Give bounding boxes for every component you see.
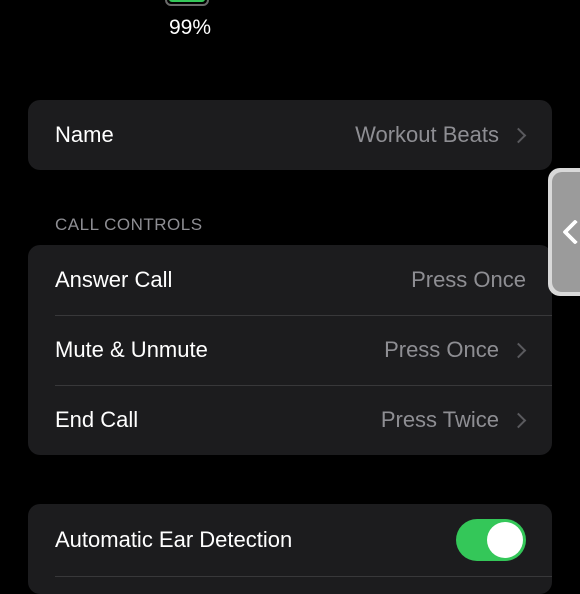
- mute-unmute-label: Mute & Unmute: [55, 337, 208, 362]
- end-call-value: Press Twice: [380, 407, 499, 432]
- chevron-right-icon: [510, 412, 527, 428]
- edge-panel-handle[interactable]: [548, 168, 580, 296]
- battery-fill: [169, 0, 205, 2]
- answer-call-row[interactable]: Answer Call Press Once: [28, 245, 552, 315]
- end-call-row[interactable]: End Call Press Twice: [28, 385, 552, 455]
- call-controls-header: CALL CONTROLS: [55, 215, 203, 234]
- ear-detection-label: Automatic Ear Detection: [55, 527, 293, 552]
- name-value: Workout Beats: [355, 122, 499, 147]
- end-call-label: End Call: [55, 407, 139, 432]
- battery-percent: 99%: [168, 16, 212, 39]
- ear-detection-toggle[interactable]: [456, 519, 526, 561]
- answer-call-label: Answer Call: [55, 267, 173, 292]
- answer-call-value: Press Once: [411, 267, 526, 292]
- name-row[interactable]: Name Workout Beats: [28, 100, 552, 170]
- call-controls-card: Answer Call Press Once Mute & Unmute Pre…: [28, 245, 552, 455]
- battery-icon: [165, 0, 209, 6]
- name-card: Name Workout Beats: [28, 100, 552, 170]
- edge-panel-handle-inner: [552, 172, 580, 292]
- mute-unmute-row[interactable]: Mute & Unmute Press Once: [28, 315, 552, 385]
- chevron-right-icon: [510, 342, 527, 358]
- ear-detection-card: Automatic Ear Detection: [28, 504, 552, 594]
- battery-status: 99%: [150, 0, 230, 50]
- mute-unmute-value: Press Once: [384, 337, 499, 362]
- chevron-right-icon: [510, 127, 527, 143]
- divider: [55, 576, 552, 577]
- name-label: Name: [55, 122, 114, 147]
- toggle-knob: [487, 522, 523, 558]
- ear-detection-row: Automatic Ear Detection: [28, 504, 552, 576]
- chevron-left-icon: [562, 219, 580, 245]
